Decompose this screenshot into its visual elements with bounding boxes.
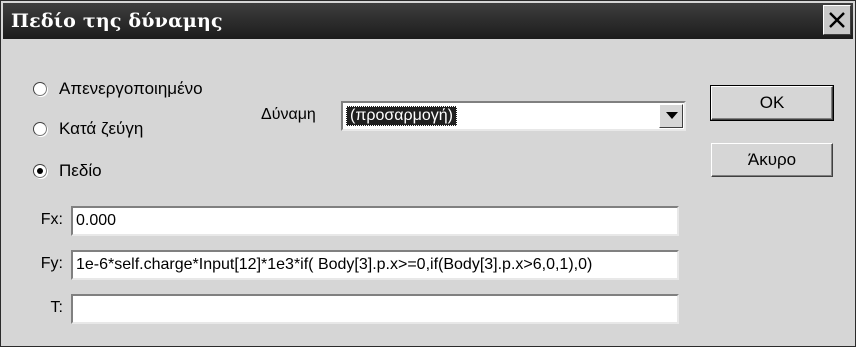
cancel-button[interactable]: Άκυρο: [711, 143, 833, 177]
chevron-down-icon: [666, 112, 678, 119]
force-select-dropdown-button[interactable]: [659, 104, 683, 128]
dialog-title: Πεδίο της δύναμης: [11, 10, 223, 32]
radio-field[interactable]: [33, 164, 47, 178]
radio-field-option[interactable]: Πεδίο: [33, 160, 102, 182]
fy-input[interactable]: 1e-6*self.charge*Input[12]*1e3*if( Body[…: [71, 250, 679, 280]
fy-label: Fy:: [40, 255, 63, 272]
close-icon: [829, 12, 845, 28]
close-button[interactable]: [823, 5, 851, 35]
force-select-value: (προσαρμογή): [346, 106, 457, 126]
radio-disabled-label: Απενεργοποιημένο: [59, 79, 203, 98]
force-field-dialog: Πεδίο της δύναμης Απενεργοποιημένο Κατά …: [0, 0, 856, 347]
radio-disabled-option[interactable]: Απενεργοποιημένο: [33, 78, 203, 100]
radio-disabled[interactable]: [33, 82, 47, 96]
radio-pairwise[interactable]: [33, 122, 47, 136]
title-bar[interactable]: Πεδίο της δύναμης: [3, 3, 853, 39]
fx-label: Fx:: [40, 211, 63, 228]
ok-button[interactable]: OK: [710, 85, 834, 121]
t-label: T:: [50, 299, 63, 316]
radio-dot-icon: [37, 168, 43, 174]
radio-field-label: Πεδίο: [59, 161, 102, 180]
fx-input[interactable]: 0.000: [71, 206, 679, 236]
radio-pairwise-label: Κατά ζεύγη: [59, 119, 144, 138]
force-label: Δύναμη: [261, 106, 316, 123]
radio-pairwise-option[interactable]: Κατά ζεύγη: [33, 118, 143, 140]
t-input[interactable]: [71, 294, 679, 324]
force-select[interactable]: (προσαρμογή): [341, 101, 686, 131]
